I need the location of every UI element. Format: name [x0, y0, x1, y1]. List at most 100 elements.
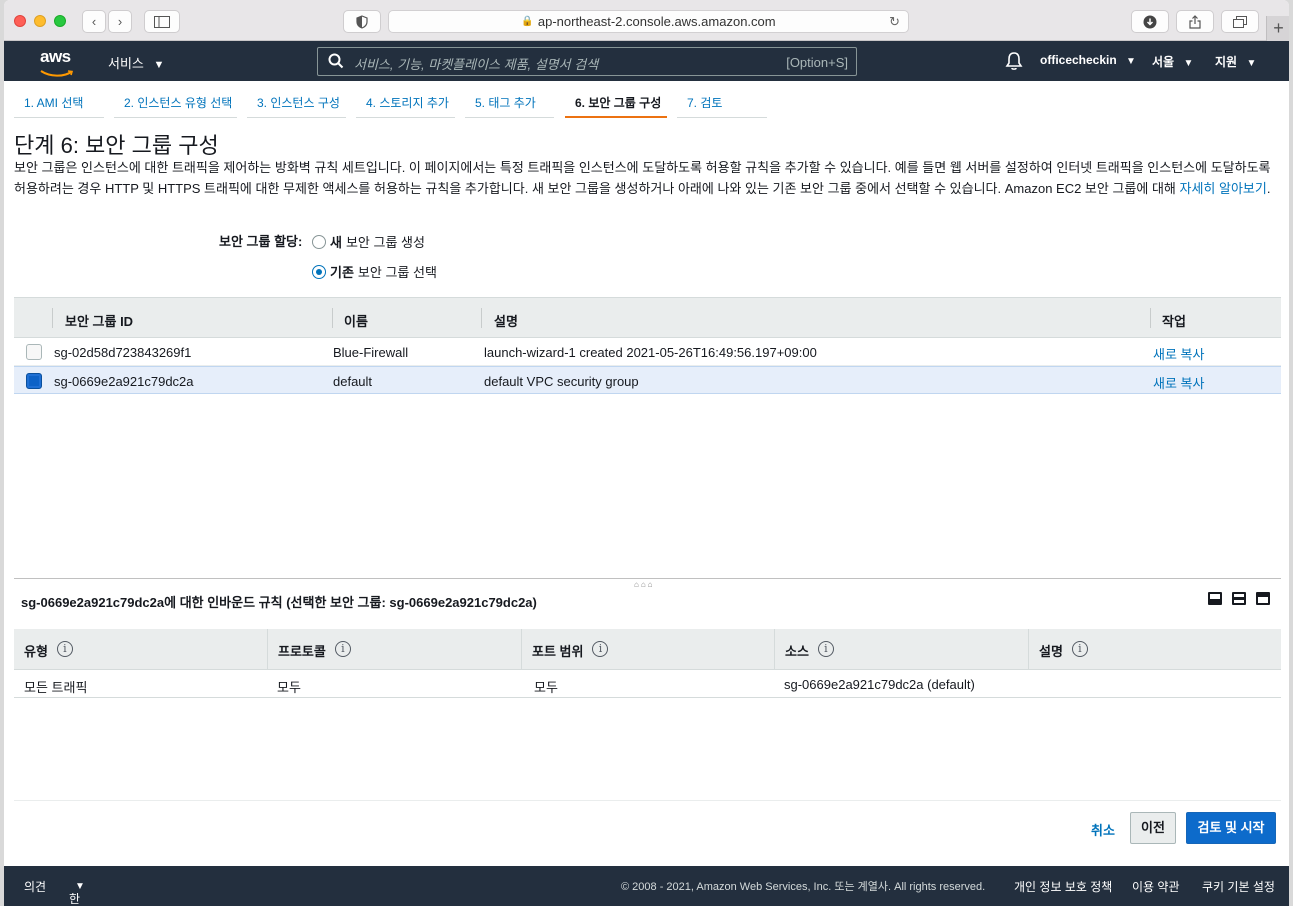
feedback-link[interactable]: 의견	[24, 878, 46, 895]
caret-down-icon: ▼	[153, 59, 165, 71]
cell-name: Blue-Firewall	[333, 345, 409, 360]
radio-existing-group[interactable]: 기존 보안 그룹 선택	[312, 262, 437, 281]
tab-step-2[interactable]: 2. 인스턴스 유형 선택	[114, 81, 237, 118]
back-button[interactable]: ‹	[82, 10, 106, 33]
reload-icon[interactable]: ↻	[889, 14, 900, 30]
aws-top-nav: aws 서비스 ▼ 서비스, 기능, 마켓플레이스 제품, 설명서 검색 [Op…	[4, 41, 1289, 81]
address-bar[interactable]: 🔒 ap-northeast-2.console.aws.amazon.com …	[388, 10, 909, 33]
tab-step-4[interactable]: 4. 스토리지 추가	[356, 81, 455, 118]
downloads-button[interactable]	[1131, 10, 1169, 33]
tab-overview-button[interactable]	[1221, 10, 1259, 33]
table-row[interactable]: sg-02d58d723843269f1 Blue-Firewall launc…	[14, 338, 1281, 366]
info-icon[interactable]: i	[817, 641, 834, 657]
support-menu[interactable]: 지원 ▼	[1215, 53, 1256, 70]
shield-icon	[356, 14, 368, 29]
info-icon[interactable]: i	[592, 641, 609, 657]
inbound-table-row: 모든 트래픽 모두 모두 sg-0669e2a921c79dc2a (defau…	[14, 670, 1281, 698]
account-name: officecheckin	[1040, 53, 1117, 67]
page-description: 보안 그룹은 인스턴스에 대한 트래픽을 제어하는 방화벽 규칙 세트입니다. …	[14, 158, 1279, 199]
browser-toolbar: ‹ › 🔒 ap-northeast-2.console.aws.amazon.…	[4, 0, 1289, 41]
table-row-selected[interactable]: sg-0669e2a921c79dc2a default default VPC…	[14, 366, 1281, 394]
cell-type: 모든 트래픽	[24, 680, 88, 695]
header-description: 설명 i	[1028, 629, 1281, 670]
radio-new-group[interactable]: 새 보안 그룹 생성	[312, 232, 425, 251]
header-protocol-label: 프로토콜	[278, 644, 326, 659]
bell-icon[interactable]	[1005, 51, 1023, 71]
cell-source: sg-0669e2a921c79dc2a (default)	[784, 677, 975, 692]
assign-label: 보안 그룹 할당:	[219, 234, 303, 249]
info-icon[interactable]: i	[334, 641, 351, 657]
chevron-right-icon: ›	[117, 14, 123, 29]
privacy-report-button[interactable]	[343, 10, 381, 33]
header-action: 작업	[1162, 314, 1186, 329]
download-icon	[1143, 15, 1157, 28]
radio-new-bold: 새	[330, 235, 342, 250]
region-menu[interactable]: 서울 ▼	[1152, 53, 1193, 70]
cell-sg-id: sg-0669e2a921c79dc2a	[54, 374, 194, 389]
privacy-link[interactable]: 개인 정보 보호 정책	[1014, 878, 1112, 895]
header-protocol: 프로토콜 i	[267, 629, 521, 670]
header-type: 유형 i	[14, 629, 267, 670]
header-source: 소스 i	[774, 629, 1028, 670]
tab-step-3[interactable]: 3. 인스턴스 구성	[247, 81, 346, 118]
copy-to-new-link[interactable]: 새로 복사	[1153, 373, 1204, 392]
radio-existing-label: 보안 그룹 선택	[357, 265, 437, 280]
pane-divider[interactable]	[14, 578, 1281, 579]
caret-down-icon: ▼	[1126, 56, 1136, 67]
header-description-label: 설명	[1039, 644, 1063, 659]
browser-window: ‹ › 🔒 ap-northeast-2.console.aws.amazon.…	[4, 0, 1289, 906]
info-icon[interactable]: i	[1071, 641, 1088, 657]
cancel-button[interactable]: 취소	[1091, 820, 1115, 839]
zoom-window-button[interactable]	[54, 15, 66, 27]
tab-step-6[interactable]: 6. 보안 그룹 구성	[565, 81, 667, 118]
column-divider	[481, 308, 482, 328]
minimize-window-button[interactable]	[34, 15, 46, 27]
close-window-button[interactable]	[14, 15, 26, 27]
new-tab-button[interactable]: +	[1266, 16, 1289, 41]
sidebar-toggle-button[interactable]	[144, 10, 180, 33]
terms-link[interactable]: 이용 약관	[1132, 878, 1180, 895]
header-source-label: 소스	[785, 644, 809, 659]
console-footer: 의견 한국어▼ © 2008 - 2021, Amazon Web Servic…	[4, 866, 1289, 906]
search-input[interactable]: 서비스, 기능, 마켓플레이스 제품, 설명서 검색 [Option+S]	[317, 47, 857, 76]
security-group-table: 보안 그룹 ID 이름 설명 작업 sg-02d58d723843269f1 B…	[14, 297, 1281, 394]
copy-to-new-link[interactable]: 새로 복사	[1153, 344, 1204, 363]
tab-step-7[interactable]: 7. 검토	[677, 81, 767, 118]
chevron-left-icon: ‹	[91, 14, 97, 29]
plus-icon: +	[1273, 18, 1284, 38]
radio-button-selected[interactable]	[312, 264, 326, 279]
copyright-text: © 2008 - 2021, Amazon Web Services, Inc.…	[621, 881, 986, 893]
page-title: 단계 6: 보안 그룹 구성	[14, 133, 219, 158]
pane-top-icon[interactable]	[1256, 592, 1270, 605]
row-checkbox[interactable]	[26, 344, 42, 360]
cell-name: default	[333, 374, 373, 389]
header-name[interactable]: 이름	[344, 311, 368, 330]
services-menu[interactable]: 서비스 ▼	[108, 53, 164, 72]
aws-logo[interactable]: aws	[40, 48, 76, 77]
header-description[interactable]: 설명	[494, 311, 518, 330]
info-icon[interactable]: i	[56, 641, 73, 657]
review-and-launch-button[interactable]: 검토 및 시작	[1186, 812, 1276, 844]
share-icon	[1189, 14, 1201, 29]
previous-button[interactable]: 이전	[1130, 812, 1176, 844]
pane-middle-icon[interactable]	[1232, 592, 1246, 605]
resize-grip-icon[interactable]: ⌂⌂⌂	[634, 580, 655, 589]
row-checkbox-checked[interactable]	[26, 373, 42, 389]
header-port-label: 포트 범위	[532, 644, 584, 659]
table-header: 보안 그룹 ID 이름 설명 작업	[14, 297, 1281, 338]
inbound-rules-table: 유형 i 프로토콜 i 포트 범위 i 소스 i 설명 i 모든 트래픽 모두 모두 sg…	[14, 629, 1281, 698]
tab-step-1[interactable]: 1. AMI 선택	[14, 81, 104, 118]
radio-button[interactable]	[312, 234, 326, 249]
share-button[interactable]	[1176, 10, 1214, 33]
column-divider	[332, 308, 333, 328]
language-selector[interactable]: 한국어▼	[69, 878, 85, 906]
url-text: ap-northeast-2.console.aws.amazon.com	[537, 14, 776, 29]
tab-step-5[interactable]: 5. 태그 추가	[465, 81, 554, 118]
learn-more-link[interactable]: 자세히 알아보기	[1180, 181, 1267, 196]
column-divider	[1150, 308, 1151, 328]
account-menu[interactable]: officecheckin ▼	[1040, 53, 1136, 67]
forward-button[interactable]: ›	[108, 10, 132, 33]
header-sg-id[interactable]: 보안 그룹 ID	[65, 311, 133, 330]
cookie-preferences-link[interactable]: 쿠키 기본 설정	[1202, 878, 1275, 895]
pane-bottom-icon[interactable]	[1208, 592, 1222, 605]
